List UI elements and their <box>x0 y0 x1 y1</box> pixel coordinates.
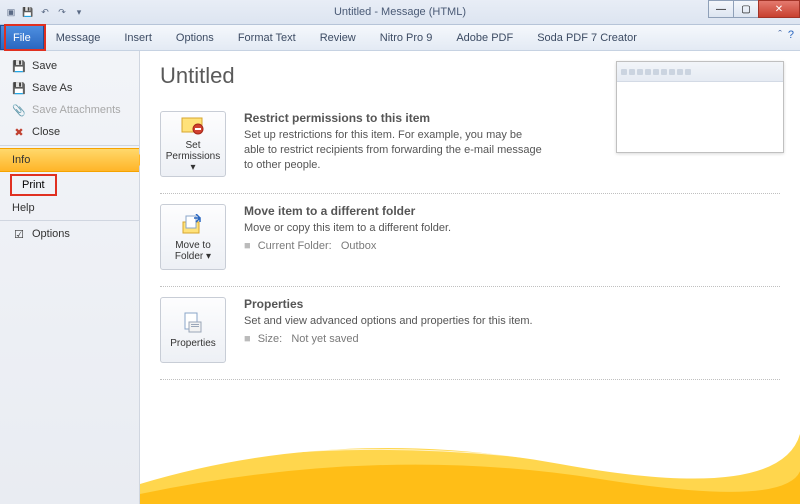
properties-icon <box>180 311 206 335</box>
print-highlight: Print <box>10 174 57 196</box>
sidebar-item-help[interactable]: Help <box>0 198 139 218</box>
section-desc: Set and view advanced options and proper… <box>244 314 533 329</box>
item-preview <box>616 61 784 153</box>
sidebar-item-options[interactable]: ☑ Options <box>0 223 139 245</box>
tab-soda[interactable]: Soda PDF 7 Creator <box>525 25 649 50</box>
section-meta: ■ Current Folder: Outbox <box>244 240 451 252</box>
title-bar: ▣ 💾 ↶ ↷ ▾ Untitled - Message (HTML) — ▢ … <box>0 0 800 25</box>
help-icon[interactable]: ? <box>788 29 794 41</box>
backstage-sidebar: 💾 Save 💾 Save As 📎 Save Attachments ✖ Cl… <box>0 51 140 504</box>
section-desc: Move or copy this item to a different fo… <box>244 221 451 236</box>
sidebar-label: Print <box>22 179 45 191</box>
ribbon: File Message Insert Options Format Text … <box>0 25 800 51</box>
folder-move-icon <box>180 213 206 237</box>
tab-options[interactable]: Options <box>164 25 226 50</box>
window-buttons: — ▢ ✕ <box>709 0 800 18</box>
meta-value: Not yet saved <box>291 333 358 345</box>
sidebar-item-info[interactable]: Info <box>0 148 139 172</box>
meta-label: Size: <box>258 333 282 345</box>
sidebar-label: Save <box>32 60 57 72</box>
sidebar-label: Help <box>12 202 35 214</box>
section-move: Move to Folder ▾ Move item to a differen… <box>160 194 780 287</box>
sidebar-item-print[interactable]: Print <box>0 172 139 198</box>
set-permissions-button[interactable]: Set Permissions ▾ <box>160 111 226 177</box>
sidebar-item-save-attachments: 📎 Save Attachments <box>0 99 139 121</box>
app-icon: ▣ <box>4 5 18 19</box>
button-label: Properties <box>170 338 216 349</box>
properties-button[interactable]: Properties <box>160 297 226 363</box>
decorative-swoosh <box>140 414 800 504</box>
ribbon-minimize-icon[interactable]: ˆ <box>778 29 782 41</box>
ribbon-help: ˆ ? <box>778 29 794 41</box>
section-title: Properties <box>244 297 533 311</box>
section-body: Properties Set and view advanced options… <box>244 297 533 363</box>
tab-file[interactable]: File <box>0 25 44 50</box>
quick-access-toolbar: ▣ 💾 ↶ ↷ ▾ <box>4 5 86 19</box>
sidebar-item-close[interactable]: ✖ Close <box>0 121 139 143</box>
close-icon: ✖ <box>12 125 26 139</box>
meta-label: Current Folder: <box>258 240 332 252</box>
section-properties: Properties Properties Set and view advan… <box>160 287 780 380</box>
sidebar-label: Info <box>12 154 30 166</box>
sidebar-label: Save Attachments <box>32 104 121 116</box>
separator <box>0 145 139 146</box>
sidebar-item-saveas[interactable]: 💾 Save As <box>0 77 139 99</box>
move-to-folder-button[interactable]: Move to Folder ▾ <box>160 204 226 270</box>
bullet-icon: ■ <box>244 240 251 252</box>
backstage: 💾 Save 💾 Save As 📎 Save Attachments ✖ Cl… <box>0 51 800 504</box>
minimize-button[interactable]: — <box>708 0 734 18</box>
save-icon: 💾 <box>12 59 26 73</box>
meta-value: Outbox <box>341 240 376 252</box>
sidebar-label: Options <box>32 228 70 240</box>
maximize-button[interactable]: ▢ <box>733 0 759 18</box>
attachment-icon: 📎 <box>12 103 26 117</box>
tab-format-text[interactable]: Format Text <box>226 25 308 50</box>
dropdown-icon[interactable]: ▾ <box>72 5 86 19</box>
options-icon: ☑ <box>12 227 26 241</box>
sidebar-label: Close <box>32 126 60 138</box>
saveas-icon: 💾 <box>12 81 26 95</box>
tab-nitro[interactable]: Nitro Pro 9 <box>368 25 445 50</box>
save-icon[interactable]: 💾 <box>21 5 35 19</box>
bullet-icon: ■ <box>244 333 251 345</box>
sidebar-item-save[interactable]: 💾 Save <box>0 55 139 77</box>
permissions-icon <box>180 115 206 137</box>
section-meta: ■ Size: Not yet saved <box>244 333 533 345</box>
undo-icon[interactable]: ↶ <box>38 5 52 19</box>
sidebar-label: Save As <box>32 82 72 94</box>
tab-adobe[interactable]: Adobe PDF <box>444 25 525 50</box>
preview-ribbon <box>617 62 783 82</box>
section-title: Move item to a different folder <box>244 204 451 218</box>
tab-insert[interactable]: Insert <box>112 25 164 50</box>
close-window-button[interactable]: ✕ <box>758 0 800 18</box>
section-body: Restrict permissions to this item Set up… <box>244 111 544 177</box>
window-title: Untitled - Message (HTML) <box>0 6 800 18</box>
redo-icon[interactable]: ↷ <box>55 5 69 19</box>
section-body: Move item to a different folder Move or … <box>244 204 451 270</box>
button-label: Move to Folder ▾ <box>163 240 223 262</box>
section-desc: Set up restrictions for this item. For e… <box>244 128 544 173</box>
backstage-content: Untitled Set Permissions ▾ Restrict perm… <box>140 51 800 504</box>
button-label: Set Permissions ▾ <box>163 140 223 173</box>
tab-message[interactable]: Message <box>44 25 113 50</box>
tab-review[interactable]: Review <box>308 25 368 50</box>
separator <box>0 220 139 221</box>
section-title: Restrict permissions to this item <box>244 111 544 125</box>
